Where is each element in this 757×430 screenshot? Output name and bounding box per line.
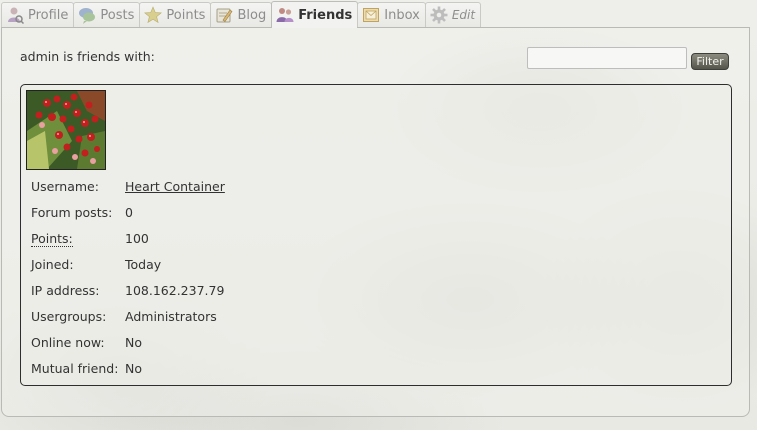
tab-inbox-label: Inbox [384,7,420,23]
info-row-usergroups: Usergroups: Administrators [31,307,217,325]
info-value: No [125,334,142,350]
info-row-online-now: Online now: No [31,333,142,351]
star-icon [144,6,163,24]
info-row-joined: Joined: Today [31,255,161,273]
info-label: Mutual friend: [31,360,119,376]
info-row-forum-posts: Forum posts: 0 [31,203,133,221]
points-abbr: Points: [31,230,73,247]
tab-edit-label: Edit [451,8,476,22]
profile-tabs: Profile Posts Points Blog Friends Inbox … [1,0,482,28]
friends-heading: admin is friends with: [20,49,155,64]
info-value: 108.162.237.79 [125,282,225,298]
berries-avatar[interactable] [26,90,106,170]
info-label: Username: [31,178,99,194]
tab-friends-label: Friends [298,7,353,23]
tab-points-label: Points [166,7,206,23]
info-value: 100 [125,230,149,246]
info-label: Points: [31,230,125,247]
friends-icon [276,6,294,24]
info-label: Online now: [31,334,105,350]
info-value: No [125,360,142,376]
info-value: Today [125,256,162,272]
tab-friends[interactable]: Friends [271,1,359,28]
tab-profile[interactable]: Profile [1,2,75,27]
info-label: Forum posts: [31,204,113,220]
gear-icon [430,6,448,24]
tab-posts[interactable]: Posts [73,2,141,27]
filter-button[interactable]: Filter [691,53,729,70]
tab-blog[interactable]: Blog [210,2,273,27]
info-label: Joined: [31,256,74,272]
posts-icon [78,6,96,24]
tab-posts-label: Posts [100,7,135,23]
info-row-mutual-friend: Mutual friend: No [31,359,142,377]
info-row-ip-address: IP address: 108.162.237.79 [31,281,224,299]
blog-icon [215,6,233,24]
inbox-icon [362,6,380,24]
info-row-points: Points: 100 [31,229,149,247]
info-label: Usergroups: [31,308,107,324]
tab-edit[interactable]: Edit [424,2,482,27]
tab-inbox[interactable]: Inbox [357,2,426,27]
filter-input[interactable] [527,47,687,69]
tab-blog-label: Blog [237,7,267,23]
profile-icon [6,6,25,25]
info-label: IP address: [31,282,100,298]
username-link[interactable]: Heart Container [125,179,225,194]
info-row-username: Username: Heart Container [31,177,225,195]
tab-points[interactable]: Points [139,2,212,27]
info-value: Administrators [125,308,217,324]
info-value: 0 [125,204,133,220]
tab-profile-label: Profile [28,7,69,23]
friend-card: Username: Heart Container Forum posts: 0… [20,84,732,386]
